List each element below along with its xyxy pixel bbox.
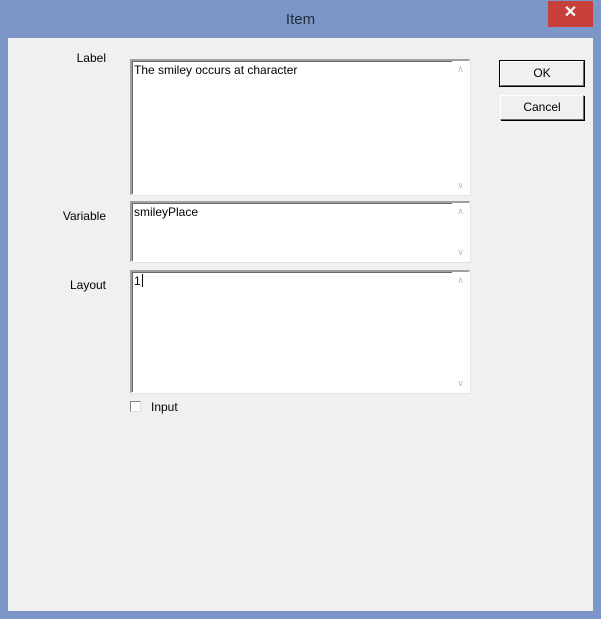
window-title: Item: [285, 11, 316, 28]
cancel-button[interactable]: Cancel: [500, 95, 584, 120]
label-text: The smiley occurs at character: [134, 63, 298, 77]
scroll-up-arrow-icon[interactable]: ∧: [452, 272, 469, 289]
title-bar[interactable]: Item ✕: [0, 0, 601, 38]
scroll-up-arrow-icon[interactable]: ∧: [452, 61, 469, 78]
variable-textarea[interactable]: smileyPlace ∧ ∨: [130, 201, 470, 262]
close-icon: ✕: [563, 4, 578, 21]
layout-text: 1: [134, 274, 141, 288]
scroll-up-arrow-icon[interactable]: ∧: [452, 203, 469, 220]
ok-button[interactable]: OK: [499, 60, 585, 87]
variable-text: smileyPlace: [134, 205, 199, 219]
layout-caption: Layout: [69, 278, 106, 292]
dialog-client-area: Label The smiley occurs at character ∧ ∨…: [8, 38, 593, 611]
scroll-down-arrow-icon[interactable]: ∨: [452, 177, 469, 194]
layout-scrollbar[interactable]: ∧ ∨: [452, 272, 469, 392]
label-scrollbar[interactable]: ∧ ∨: [452, 61, 469, 194]
layout-textarea[interactable]: 1 ∧ ∨: [130, 270, 470, 393]
variable-caption: Variable: [62, 209, 106, 223]
label-textarea[interactable]: The smiley occurs at character ∧ ∨: [130, 59, 470, 195]
scroll-down-arrow-icon[interactable]: ∨: [452, 375, 469, 392]
scroll-down-arrow-icon[interactable]: ∨: [452, 244, 469, 261]
variable-scrollbar[interactable]: ∧ ∨: [452, 203, 469, 261]
label-caption: Label: [76, 51, 106, 65]
close-button[interactable]: ✕: [548, 1, 593, 27]
input-checkbox-label[interactable]: Input: [151, 400, 178, 414]
layout-text-wrap: 1: [134, 274, 449, 289]
dialog-window: Item ✕ Label The smiley occurs at charac…: [0, 0, 601, 619]
input-checkbox[interactable]: [130, 401, 141, 412]
text-caret: [141, 274, 143, 287]
